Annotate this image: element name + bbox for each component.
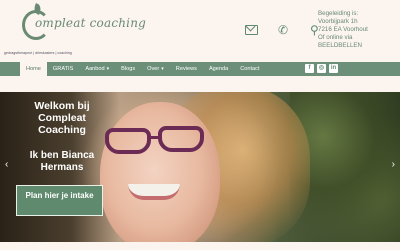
chevron-right-icon[interactable]: › — [392, 160, 395, 170]
address-line[interactable]: BEELDBELLEN — [318, 42, 368, 50]
nav-item-gratis[interactable]: GRATIS — [47, 62, 79, 76]
phone-icon[interactable]: ✆ — [278, 24, 290, 36]
nav-items: Home GRATIS Aanbod ▾ Blogs Over ▾ Reviews … — [20, 62, 266, 76]
nav-label: Reviews — [175, 66, 197, 72]
address-block: Begeleiding is: Voorbijpark 1h 7216 EA V… — [318, 10, 368, 50]
hero-portrait — [100, 102, 220, 242]
nav-item-blogs[interactable]: Blogs — [115, 62, 141, 76]
nav-label: Over — [147, 66, 160, 72]
nav-label: Contact — [240, 66, 260, 72]
hero-smile — [128, 184, 180, 200]
linkedin-icon[interactable]: in — [329, 64, 338, 73]
contact-icons: ✆ ⚲ — [245, 24, 321, 36]
glasses-bridge — [150, 136, 159, 139]
hero-subtitle: Ik ben Bianca Hermans — [29, 150, 95, 173]
site-header: ompleat coaching gedragstherapeut | drie… — [0, 0, 400, 62]
chevron-down-icon: ▾ — [106, 66, 110, 72]
envelope-icon[interactable] — [245, 25, 258, 35]
instagram-icon[interactable]: ◎ — [317, 64, 326, 73]
glasses-right-lens — [158, 126, 204, 152]
nav-item-contact[interactable]: Contact — [234, 62, 265, 76]
hero-title: Welkom bij Compleat Coaching — [34, 100, 90, 136]
chevron-left-icon[interactable]: ‹ — [5, 160, 8, 170]
nav-label: Home — [26, 66, 41, 72]
facebook-icon[interactable]: f — [305, 64, 314, 73]
tagline: gedragstherapeut | drieskasters | coachi… — [4, 51, 72, 55]
nav-item-aanbod[interactable]: Aanbod ▾ — [79, 62, 115, 76]
nav-label: Blogs — [121, 66, 136, 72]
nav-label: Agenda — [208, 66, 229, 72]
nav-item-over[interactable]: Over ▾ — [141, 62, 170, 76]
address-line: Begeleiding is: — [318, 10, 359, 17]
nav-label: GRATIS — [52, 66, 74, 72]
chevron-down-icon: ▾ — [161, 66, 164, 72]
nav-item-reviews[interactable]: Reviews — [170, 62, 203, 76]
address-line: 7216 EA Voorhout — [318, 26, 368, 33]
logo-text: ompleat coaching — [35, 16, 147, 30]
logo[interactable]: ompleat coaching — [20, 3, 146, 58]
social-links: f ◎ in — [305, 64, 338, 73]
nav-item-home[interactable]: Home — [20, 62, 47, 76]
address-line: Voorbijpark 1h — [318, 18, 358, 25]
plan-intake-button[interactable]: Plan hier je intake — [16, 185, 103, 216]
main-nav: Home GRATIS Aanbod ▾ Blogs Over ▾ Reviews … — [0, 62, 400, 76]
glasses-left-lens — [105, 128, 151, 154]
page-bottom-strip — [0, 242, 400, 250]
address-line: Of online via — [318, 34, 353, 41]
nav-item-agenda[interactable]: Agenda — [203, 62, 234, 76]
nav-label: Aanbod — [85, 66, 105, 72]
